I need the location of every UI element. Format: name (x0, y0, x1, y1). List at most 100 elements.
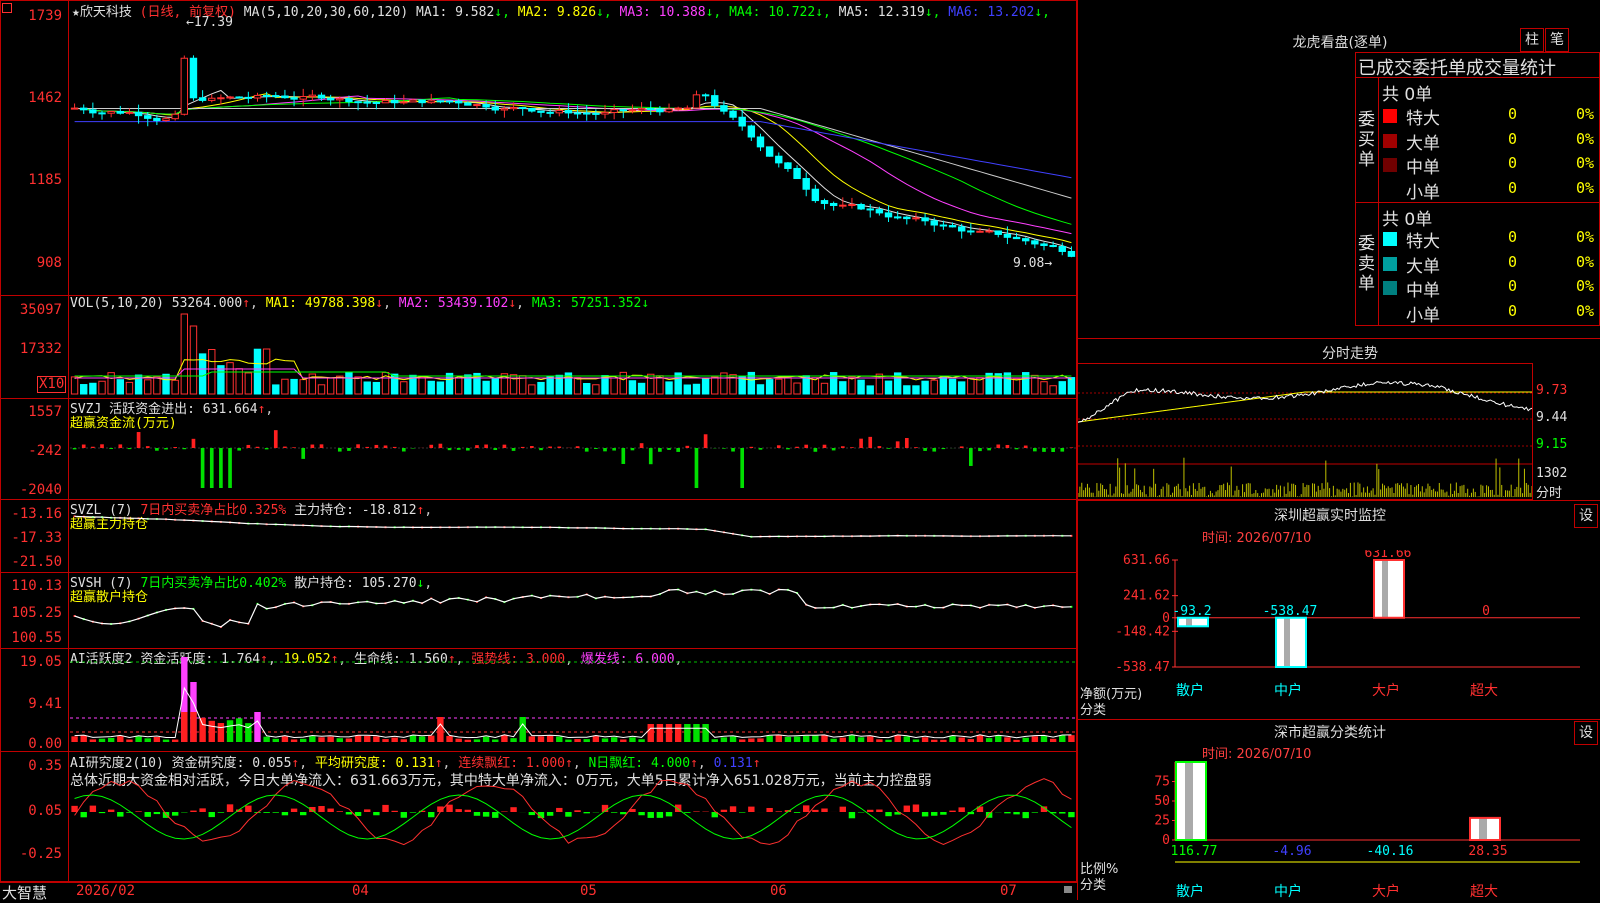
ai2-bar (273, 812, 279, 813)
ai2-bar (776, 811, 782, 812)
svzj-bar (484, 445, 488, 448)
svzj-bar (118, 444, 122, 448)
ai2-bar (382, 805, 388, 812)
szc-cat-0: 散户 (1176, 883, 1204, 900)
price-tick-3: 1185 (0, 172, 62, 188)
ai2-bar (337, 811, 343, 812)
sell-row-pct-1: 0% (1576, 253, 1594, 271)
vol-bar (593, 385, 599, 394)
candle-body (373, 102, 379, 103)
ai1-tick-1: 19.05 (0, 654, 62, 670)
sell-side-label: 委卖单 (1358, 234, 1376, 294)
ai2-green-line (75, 795, 1072, 839)
ai1-bar (99, 739, 105, 742)
ai1-bar (730, 736, 736, 742)
sz-class-chart[interactable]: 7550250116.77散户-4.96中户-40.16大户28.35超大 (1100, 760, 1580, 900)
vol-bar (337, 376, 343, 394)
ai2-bar (291, 809, 297, 812)
vol-bar (245, 373, 251, 394)
ai1-bar (702, 724, 708, 742)
szm-bar-shade-1 (1284, 618, 1290, 667)
sz-monitor-chart[interactable]: 631.66241.620-148.42-538.47-93.2散户-538.4… (1100, 550, 1580, 700)
candle-body (556, 111, 562, 113)
ai1-bar (675, 724, 681, 742)
ai1-bar (611, 737, 617, 742)
buy-total: 共 0单 (1382, 80, 1432, 105)
candle-body (876, 210, 882, 213)
szm-ytick-4: -538.47 (1115, 660, 1170, 675)
candle-body (291, 98, 297, 99)
szm-ytick-3: -148.42 (1115, 624, 1170, 639)
bar-mode-button[interactable]: 柱 (1520, 28, 1544, 52)
ai1-bar (327, 737, 333, 742)
svzj-bar (530, 446, 534, 448)
vol-bar (419, 377, 425, 394)
svzj-bar (237, 448, 241, 451)
ai2-bar (648, 812, 654, 818)
ai2-title: AI研究度2(10) (70, 756, 164, 771)
vol-chart[interactable] (70, 306, 1076, 396)
ai2-bar (501, 811, 507, 812)
ai1-bar (1041, 736, 1047, 742)
ai1-bar (474, 739, 480, 742)
kline-chart[interactable] (70, 3, 1076, 293)
svzj-bar (146, 446, 150, 448)
svzj-bar (548, 447, 552, 448)
ai1-bar (273, 739, 279, 742)
svzj-bar (503, 445, 507, 448)
candle-body (940, 225, 946, 226)
candle-body (1059, 247, 1065, 252)
candle-body (830, 203, 836, 205)
szc-bar-shade-0 (1185, 762, 1193, 840)
candle-body (172, 114, 178, 118)
candle-body (611, 110, 617, 113)
svzj-bar (128, 448, 132, 449)
svzj-bar (996, 445, 1000, 448)
svzl-tick-3: -21.50 (0, 554, 62, 570)
szc-bar-shade-3 (1479, 818, 1487, 840)
svzj-bar (384, 445, 388, 448)
szc-value-0: 116.77 (1171, 844, 1218, 859)
svzj-bar (347, 448, 351, 451)
svzj-bar (338, 448, 342, 452)
svzj-bar (164, 448, 168, 449)
ai2-bar (556, 808, 562, 812)
lock-icon[interactable] (1064, 886, 1072, 893)
svzj-bar (283, 447, 287, 448)
ai1-bar (849, 735, 855, 742)
sz-class-top-line (1077, 719, 1600, 720)
candle-body (648, 109, 654, 110)
ai1-bar (492, 739, 498, 742)
ai1-chart[interactable] (70, 654, 1076, 750)
sz-monitor-settings-button[interactable]: 设 (1574, 504, 1598, 528)
ai1-bar (236, 718, 242, 742)
svzj-bar (292, 447, 296, 448)
svsh-chart[interactable] (70, 576, 1076, 646)
vol-bar (885, 381, 891, 394)
svzj-bar (219, 448, 223, 488)
szm-ytick-1: 241.62 (1123, 589, 1170, 604)
buy-row-swatch-1 (1383, 134, 1397, 148)
dragon-sub-line (1355, 77, 1600, 78)
ai1-bar (510, 738, 516, 742)
vol-tick-1: 35097 (0, 302, 62, 318)
ai2-chart[interactable] (70, 770, 1076, 880)
sz-class-settings-button[interactable]: 设 (1574, 721, 1598, 745)
svzj-bar (823, 445, 827, 448)
candle-body (510, 108, 516, 109)
svsh-tick-3: 100.55 (0, 630, 62, 646)
svzj-chart[interactable] (70, 404, 1076, 496)
svzl-chart[interactable] (70, 504, 1076, 570)
svsh-line (75, 590, 1072, 627)
ai1-bar (135, 737, 141, 742)
szm-bar-0 (1178, 618, 1208, 627)
ai1-bar (282, 736, 288, 742)
ai1-bar (529, 736, 535, 742)
candle-body (1032, 241, 1038, 244)
candle-body (145, 116, 151, 119)
intraday-chart[interactable] (1078, 364, 1532, 499)
ai1-bar (227, 720, 233, 742)
tick-mode-button[interactable]: 笔 (1545, 28, 1569, 52)
candle-body (977, 231, 983, 232)
x-axis (0, 882, 1077, 901)
